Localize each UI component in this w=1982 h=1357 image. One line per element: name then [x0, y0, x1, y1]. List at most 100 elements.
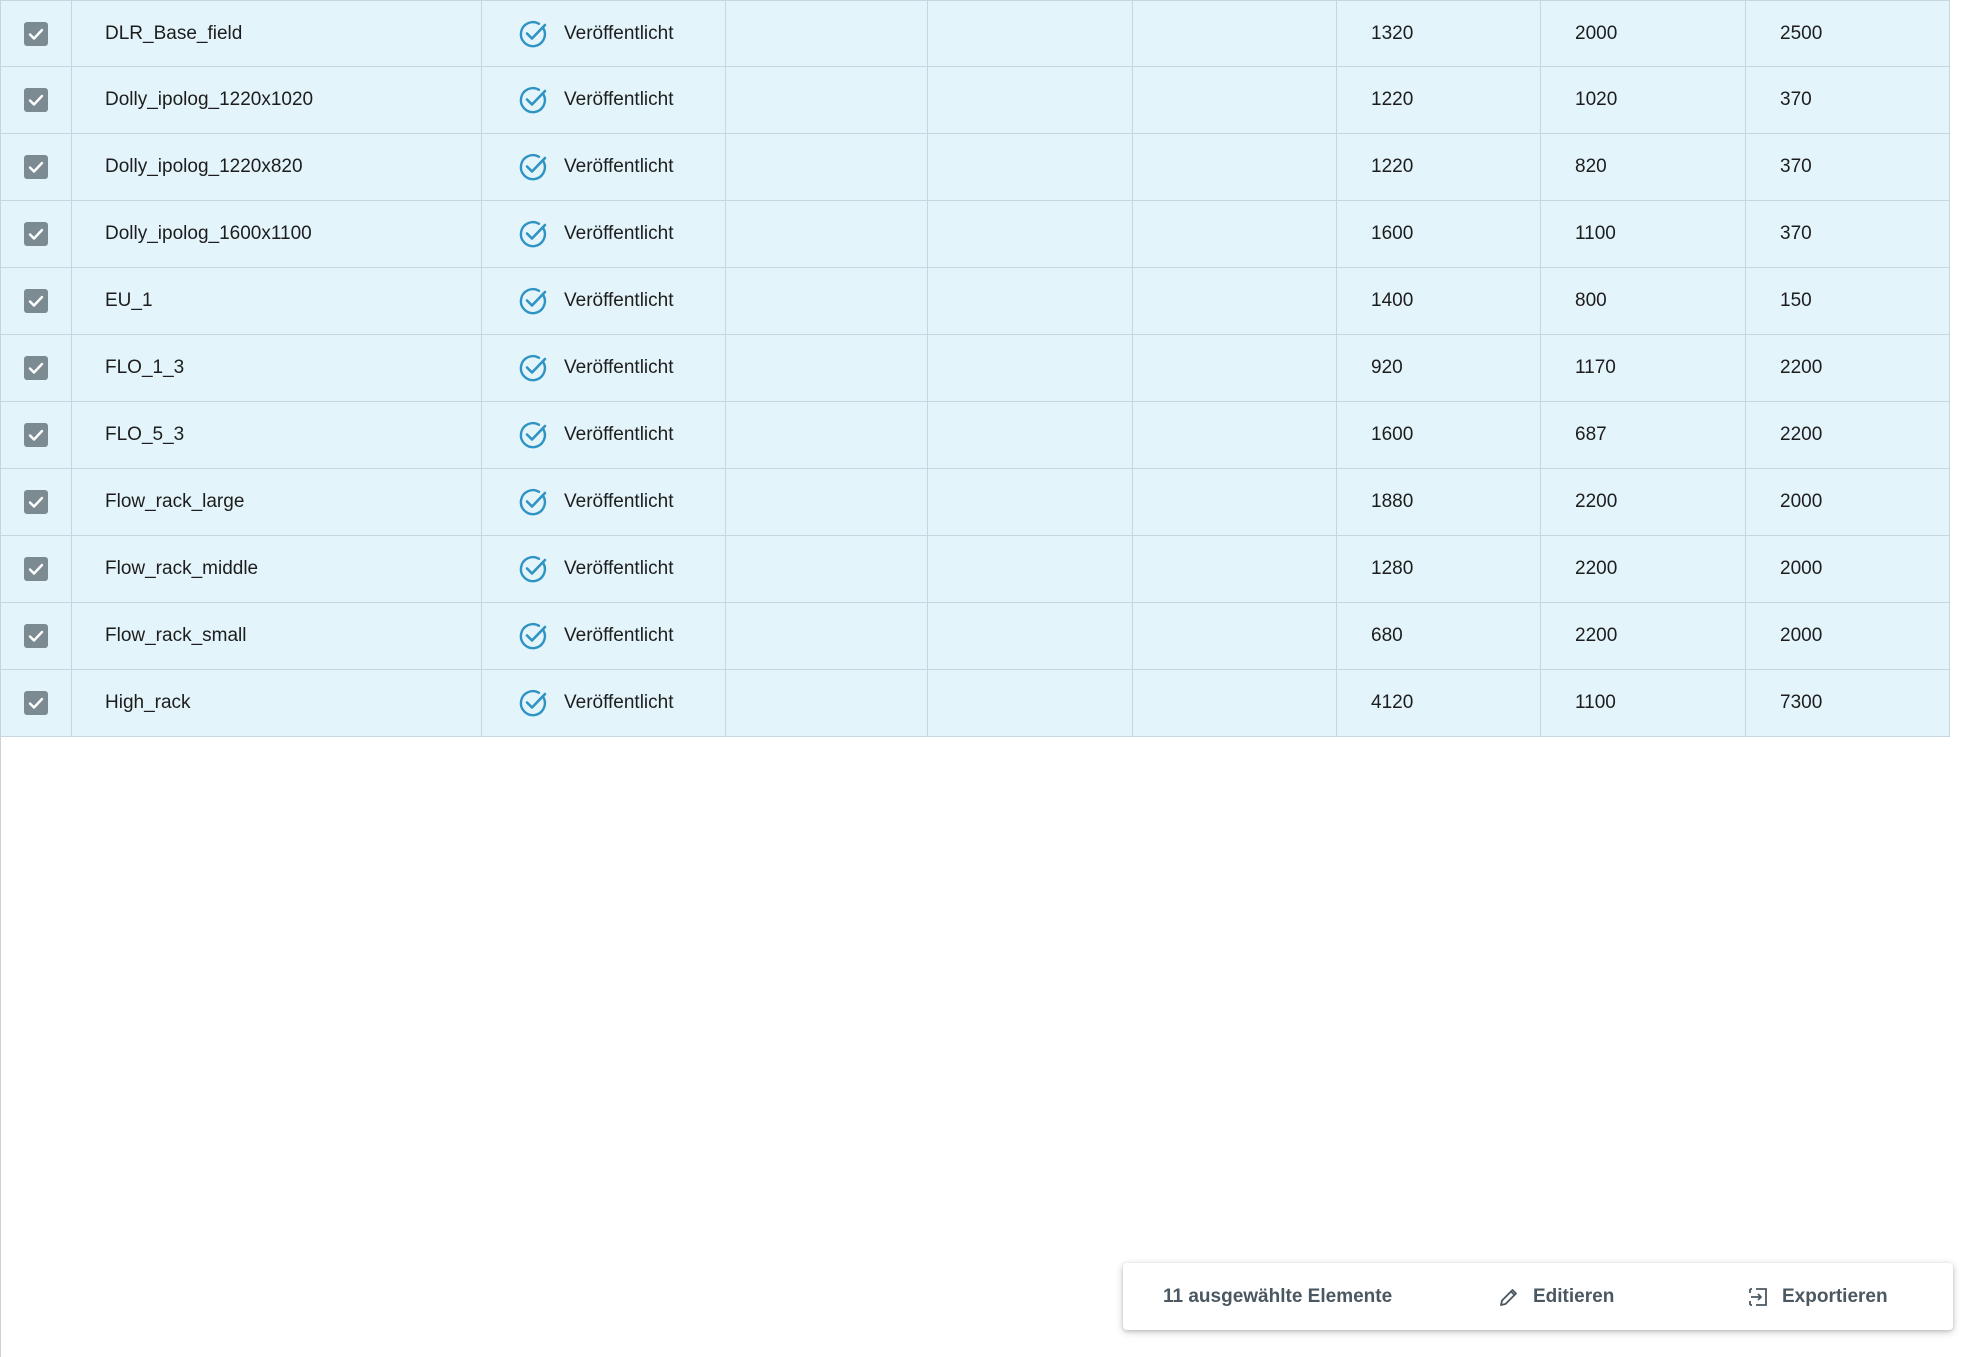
table-row[interactable]: FLO_1_3 Veröffentlicht 920 1170 2200 — [1, 335, 1950, 402]
status-label: Veröffentlicht — [564, 625, 674, 646]
empty-cell — [726, 335, 928, 401]
value-3: 2200 — [1780, 357, 1823, 378]
select-cell — [1, 1, 72, 66]
table-row[interactable]: Dolly_ipolog_1220x820 Veröffentlicht 1220 8… — [1, 134, 1950, 201]
table-row[interactable]: EU_1 Veröffentlicht 1400 800 150 — [1, 268, 1950, 335]
row-checkbox[interactable] — [24, 289, 48, 313]
edit-button[interactable]: Editieren — [1497, 1263, 1614, 1330]
value-cell: 920 — [1337, 335, 1541, 401]
select-cell — [1, 536, 72, 602]
table-row[interactable]: Dolly_ipolog_1600x1100 Veröffentlicht 1600… — [1, 201, 1950, 268]
status-label: Veröffentlicht — [564, 89, 674, 110]
check-circle-icon — [519, 220, 547, 248]
check-circle-icon — [519, 86, 547, 114]
value-cell: 2200 — [1541, 603, 1746, 669]
value-cell: 2000 — [1746, 603, 1950, 669]
table-row[interactable]: Flow_rack_middle Veröffentlicht 1280 2200 20… — [1, 536, 1950, 603]
table-row[interactable]: Flow_rack_large Veröffentlicht 1880 2200 200… — [1, 469, 1950, 536]
select-cell — [1, 268, 72, 334]
empty-cell — [928, 603, 1133, 669]
row-checkbox[interactable] — [24, 490, 48, 514]
checkbox-checked-icon — [28, 94, 44, 106]
empty-cell — [1133, 134, 1337, 200]
export-button[interactable]: Exportieren — [1746, 1263, 1888, 1330]
value-2: 2200 — [1575, 625, 1618, 646]
value-cell: 1170 — [1541, 335, 1746, 401]
status-label: Veröffentlicht — [564, 558, 674, 579]
check-circle-icon — [519, 20, 547, 47]
value-cell: 2200 — [1746, 335, 1950, 401]
status-label: Veröffentlicht — [564, 22, 674, 44]
value-1: 1600 — [1371, 424, 1414, 445]
row-checkbox[interactable] — [24, 155, 48, 179]
value-cell: 820 — [1541, 134, 1746, 200]
value-2: 2200 — [1575, 558, 1618, 579]
row-checkbox[interactable] — [24, 557, 48, 581]
row-checkbox[interactable] — [24, 21, 48, 46]
status-label: Veröffentlicht — [564, 290, 674, 311]
row-checkbox[interactable] — [24, 88, 48, 112]
name-cell: Flow_rack_large — [72, 469, 482, 535]
row-checkbox[interactable] — [24, 423, 48, 447]
checkbox-checked-icon — [28, 429, 44, 441]
selected-count-label: 11 ausgewählte Elemente — [1163, 1285, 1393, 1307]
item-name: High_rack — [105, 692, 191, 713]
check-circle-icon — [519, 421, 547, 449]
empty-cell — [1133, 603, 1337, 669]
checkbox-checked-icon — [28, 295, 44, 307]
value-1: 4120 — [1371, 692, 1414, 713]
value-1: 1220 — [1371, 156, 1414, 177]
table-row[interactable]: DLR_Base_field Veröffentlicht 1320 2000 2500 — [1, 0, 1950, 67]
value-2: 1100 — [1575, 692, 1616, 713]
value-2: 2200 — [1575, 491, 1618, 512]
value-cell: 1880 — [1337, 469, 1541, 535]
row-checkbox[interactable] — [24, 691, 48, 715]
value-cell: 2000 — [1746, 469, 1950, 535]
name-cell: Dolly_ipolog_1220x1020 — [72, 67, 482, 133]
value-1: 1280 — [1371, 558, 1414, 579]
checkbox-checked-icon — [28, 630, 44, 642]
value-3: 370 — [1780, 223, 1812, 244]
value-cell: 1020 — [1541, 67, 1746, 133]
value-3: 2000 — [1780, 491, 1823, 512]
value-cell: 1400 — [1337, 268, 1541, 334]
empty-cell — [1133, 201, 1337, 267]
value-1: 1320 — [1371, 22, 1414, 44]
value-1: 1880 — [1371, 491, 1414, 512]
check-circle-icon — [519, 555, 547, 583]
select-cell — [1, 134, 72, 200]
name-cell: DLR_Base_field — [72, 1, 482, 66]
status-label: Veröffentlicht — [564, 692, 674, 713]
row-checkbox[interactable] — [24, 624, 48, 648]
value-3: 370 — [1780, 89, 1812, 110]
status-label: Veröffentlicht — [564, 357, 674, 378]
item-name: Dolly_ipolog_1220x820 — [105, 156, 303, 177]
check-circle-icon — [519, 689, 547, 717]
table-row[interactable]: High_rack Veröffentlicht 4120 1100 7300 — [1, 670, 1950, 737]
table-row[interactable]: Dolly_ipolog_1220x1020 Veröffentlicht 1220… — [1, 67, 1950, 134]
value-cell: 1220 — [1337, 67, 1541, 133]
checkbox-checked-icon — [28, 563, 44, 575]
empty-cell — [1133, 536, 1337, 602]
row-checkbox[interactable] — [24, 356, 48, 380]
status-cell: Veröffentlicht — [482, 67, 726, 133]
empty-cell — [726, 603, 928, 669]
empty-cell — [928, 536, 1133, 602]
edit-button-label: Editieren — [1533, 1285, 1615, 1307]
table-row[interactable]: FLO_5_3 Veröffentlicht 1600 687 2200 — [1, 402, 1950, 469]
empty-cell — [1133, 670, 1337, 736]
empty-cell — [1133, 268, 1337, 334]
item-name: FLO_5_3 — [105, 424, 185, 445]
item-name: Flow_rack_small — [105, 625, 247, 646]
item-name: Flow_rack_middle — [105, 558, 259, 579]
name-cell: EU_1 — [72, 268, 482, 334]
checkbox-checked-icon — [28, 496, 44, 508]
row-checkbox[interactable] — [24, 222, 48, 246]
empty-cell — [726, 536, 928, 602]
status-cell: Veröffentlicht — [482, 1, 726, 66]
status-cell: Veröffentlicht — [482, 201, 726, 267]
table-row[interactable]: Flow_rack_small Veröffentlicht 680 2200 2000 — [1, 603, 1950, 670]
empty-cell — [928, 201, 1133, 267]
value-cell: 1100 — [1541, 201, 1746, 267]
checkbox-checked-icon — [28, 697, 44, 709]
